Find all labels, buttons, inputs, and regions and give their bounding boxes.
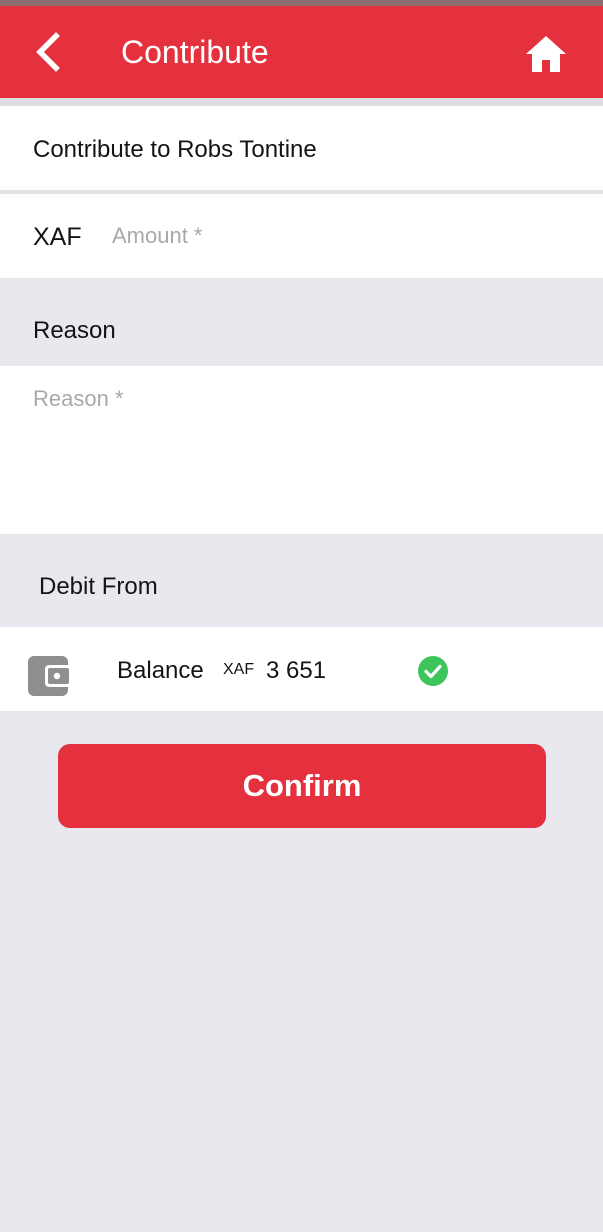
balance-label: Balance xyxy=(117,657,204,684)
balance-amount: 3 651 xyxy=(266,657,327,684)
back-button[interactable] xyxy=(20,24,76,80)
app-bar: Contribute xyxy=(0,6,603,98)
contribute-target-row: Contribute to Robs Tontine xyxy=(0,106,603,190)
home-icon xyxy=(526,36,566,72)
debit-heading: Debit From xyxy=(39,573,158,600)
balance-currency: XAF xyxy=(223,661,255,678)
home-button[interactable] xyxy=(522,30,570,78)
check-circle-icon xyxy=(417,655,449,687)
amount-currency: XAF xyxy=(33,223,82,251)
confirm-button[interactable]: Confirm xyxy=(58,744,546,828)
reason-row xyxy=(0,366,603,534)
reason-input[interactable] xyxy=(33,386,573,516)
debit-section-header: Debit From xyxy=(0,534,603,627)
reason-section-header: Reason xyxy=(0,278,603,366)
contribute-target-label: Contribute to Robs Tontine xyxy=(33,136,317,163)
amount-input[interactable] xyxy=(112,216,572,256)
chevron-left-icon xyxy=(36,32,60,72)
page-title: Contribute xyxy=(121,34,269,70)
reason-heading: Reason xyxy=(33,317,116,344)
amount-row: XAF xyxy=(0,194,603,278)
app-bar-shadow xyxy=(0,98,603,106)
debit-source-balance[interactable]: Balance XAF 3 651 xyxy=(0,627,603,711)
wallet-icon xyxy=(27,655,73,697)
